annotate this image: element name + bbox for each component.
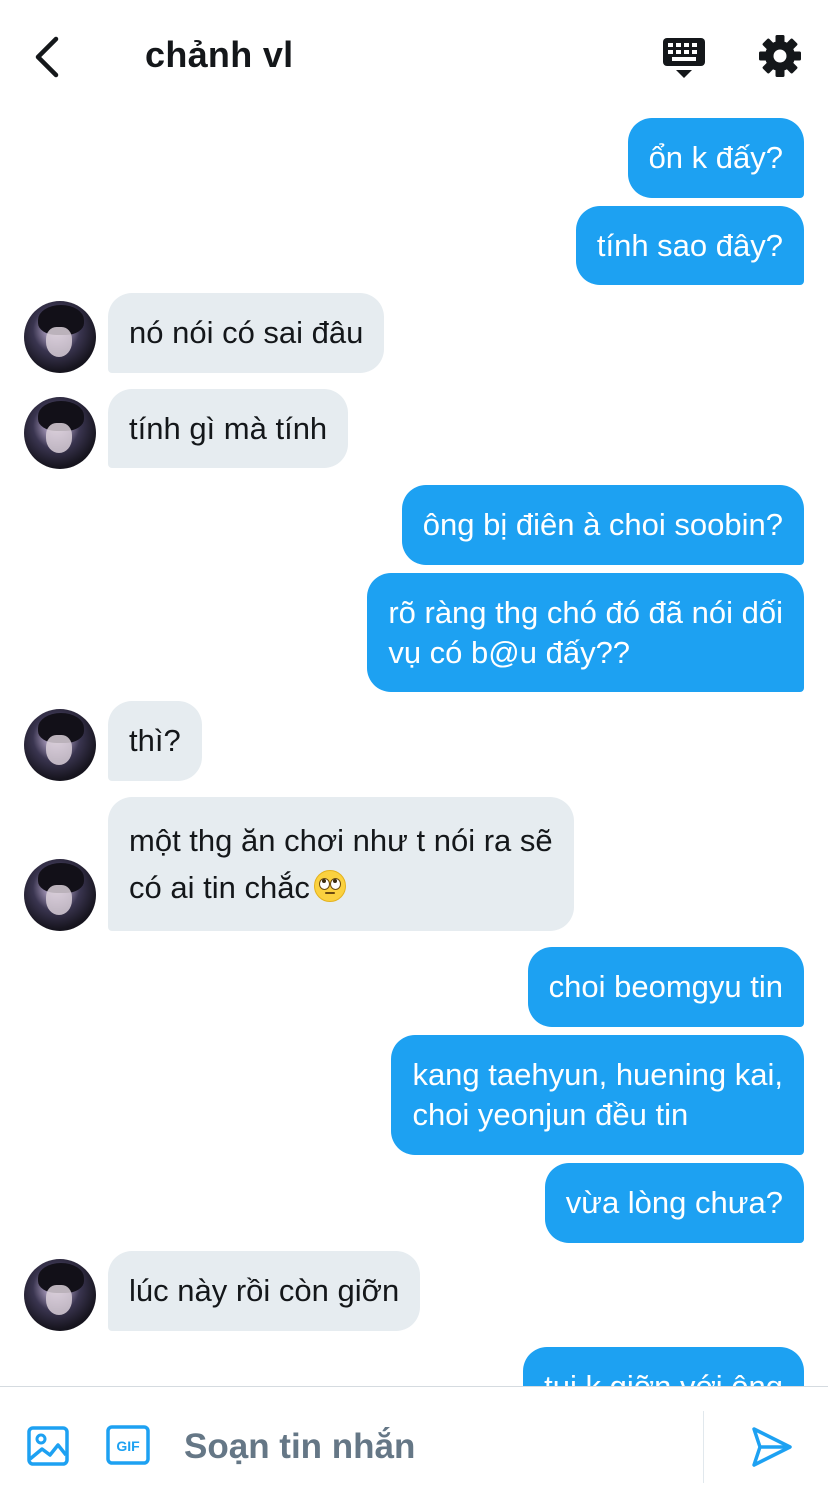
back-button[interactable] (22, 30, 72, 84)
sent-message[interactable]: tui k giỡn với ông (523, 1347, 804, 1386)
conversation-header: chảnh vl (0, 0, 828, 112)
gif-label: GIF (116, 1438, 140, 1454)
message-composer: GIF (0, 1386, 828, 1487)
sent-message[interactable]: choi beomgyu tin (527, 947, 804, 1027)
message-list[interactable]: ổn k đấy? tính sao đây? nó nói có sai đâ… (0, 112, 828, 1386)
chevron-left-icon (35, 36, 59, 78)
avatar[interactable] (24, 397, 96, 469)
face-with-rolling-eyes-icon (313, 870, 346, 902)
settings-button[interactable] (756, 32, 804, 80)
gear-icon (759, 35, 801, 77)
received-message[interactable]: thì? (108, 701, 202, 781)
send-button[interactable] (750, 1425, 794, 1469)
sent-message[interactable]: kang taehyun, huening kai, choi yeonjun … (391, 1035, 804, 1155)
send-icon (752, 1427, 792, 1467)
sent-message[interactable]: ông bị điên à choi soobin? (401, 485, 804, 565)
add-gif-button[interactable]: GIF (106, 1425, 150, 1465)
received-message[interactable]: một thg ăn chơi như t nói ra sẽ có ai ti… (108, 797, 574, 931)
gif-icon: GIF (106, 1425, 150, 1465)
avatar[interactable] (24, 859, 96, 931)
received-message[interactable]: lúc này rồi còn giỡn (108, 1251, 421, 1331)
add-image-button[interactable] (26, 1425, 70, 1467)
sent-message[interactable]: ổn k đấy? (627, 118, 804, 198)
avatar[interactable] (24, 301, 96, 373)
avatar[interactable] (24, 709, 96, 781)
keyboard-icon (663, 38, 705, 78)
message-input[interactable] (184, 1423, 684, 1471)
sent-message[interactable]: tính sao đây? (575, 206, 804, 285)
conversation-title[interactable]: chảnh vl (145, 34, 293, 76)
composer-divider (703, 1411, 704, 1483)
keyboard-button[interactable] (660, 34, 708, 82)
received-message[interactable]: nó nói có sai đâu (108, 293, 385, 373)
image-icon (27, 1426, 69, 1466)
sent-message[interactable]: vừa lòng chưa? (544, 1163, 804, 1243)
received-message[interactable]: tính gì mà tính (108, 389, 349, 468)
avatar[interactable] (24, 1259, 96, 1331)
sent-message[interactable]: rõ ràng thg chó đó đã nói dối vụ có b@u … (367, 573, 804, 692)
